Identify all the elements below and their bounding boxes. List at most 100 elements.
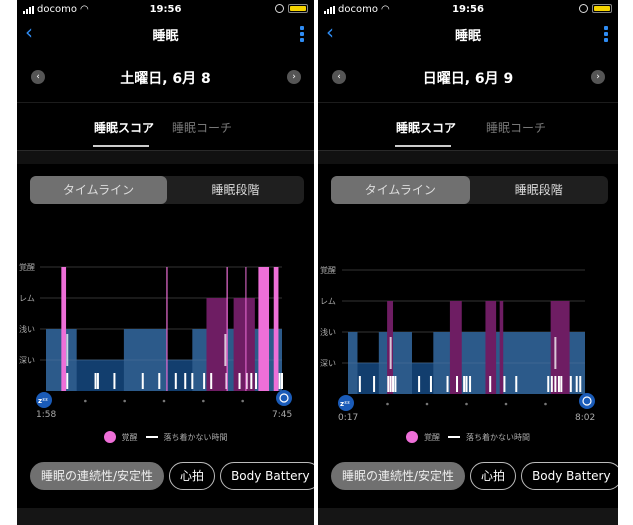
tab-sleep-coach[interactable]: 睡眠コーチ (486, 119, 546, 136)
awake-legend-swatch (406, 431, 418, 443)
bottom-band (17, 508, 314, 525)
restless-mark (389, 337, 392, 369)
divider (318, 102, 618, 103)
restless-mark (394, 376, 397, 392)
x-tick-dot (123, 399, 126, 403)
tab-bar: 睡眠スコア 睡眠コーチ (17, 119, 314, 149)
chip-body-battery[interactable]: Body Battery (521, 462, 618, 490)
nav-bar: ‹ 睡眠 (318, 20, 618, 48)
awake-block (273, 267, 279, 391)
date-label: 日曜日, 6月 9 (422, 71, 514, 87)
phone-screen-right: docomo ◠ 19:56 ‹ 睡眠 ‹ 日曜日, 6月 9 › 睡眠スコア … (318, 0, 618, 525)
restless-mark (203, 373, 206, 389)
start-time-label: 0:17 (338, 413, 358, 423)
restless-legend-swatch (448, 436, 460, 438)
segment-timeline[interactable]: タイムライン (30, 176, 167, 204)
date-navigator: ‹ 土曜日, 6月 8 › (17, 66, 314, 90)
restless-mark (96, 373, 99, 389)
tab-sleep-score[interactable]: 睡眠スコア (396, 119, 456, 136)
level-label: 浅い (19, 324, 35, 334)
chart-legend: 覚醒 落ち着かない時間 (318, 430, 618, 444)
restless-mark (465, 376, 468, 392)
restless-mark (569, 376, 572, 392)
restless-mark (554, 337, 557, 369)
section-band (17, 150, 314, 164)
chart-canvas: 覚醒レム浅い深い zᶻᶻ 1:58 7:45 (19, 262, 292, 420)
restless-mark (184, 373, 187, 389)
restless-mark (66, 334, 69, 366)
restless-mark (446, 376, 449, 392)
battery-icon (592, 4, 612, 13)
restless-mark (141, 373, 144, 389)
restless-mark (281, 373, 283, 389)
active-tab-underline (395, 145, 451, 147)
metric-chips: 睡眠の連続性/安定性 心拍 Body Battery (331, 462, 618, 490)
level-label: レム (19, 294, 35, 303)
phone-screen-left: docomo ◠ 19:56 ‹ 睡眠 ‹ 土曜日, 6月 8 › 睡眠スコア … (17, 0, 314, 525)
rotation-lock-icon (579, 4, 588, 13)
chip-heart-rate[interactable]: 心拍 (169, 462, 216, 490)
segment-timeline[interactable]: タイムライン (331, 176, 470, 204)
restless-mark (469, 376, 472, 392)
level-label: 覚醒 (19, 262, 35, 272)
page-title: 睡眠 (152, 29, 179, 44)
next-day-button[interactable]: › (591, 70, 605, 84)
restless-mark (238, 373, 241, 389)
x-tick-dot (465, 402, 468, 406)
chip-heart-rate[interactable]: 心拍 (470, 462, 517, 490)
x-tick-dot (504, 402, 508, 406)
x-tick-dot (425, 402, 429, 406)
sleep-timeline-chart: 覚醒 レム 浅い 深い zᶻᶻ 0:17 8:02 (318, 255, 618, 425)
restless-mark (456, 376, 459, 392)
x-tick-dot (84, 399, 87, 403)
view-segmented-control: タイムライン 睡眠段階 (30, 176, 304, 204)
x-tick-dot (162, 399, 166, 403)
wake-end-icon (579, 393, 595, 409)
restless-mark (392, 376, 395, 392)
end-time-label: 8:02 (575, 413, 595, 423)
restless-mark (550, 376, 553, 392)
restless-mark (278, 373, 281, 389)
level-label: 浅い (320, 327, 336, 337)
legend-awake: 覚醒 (121, 432, 138, 442)
restless-mark (66, 373, 69, 389)
date-label: 土曜日, 6月 8 (120, 71, 211, 87)
x-tick-dot (386, 402, 389, 406)
tab-sleep-score[interactable]: 睡眠スコア (94, 119, 154, 136)
zzz-icon: zᶻᶻ (340, 400, 350, 408)
awake-block (61, 267, 67, 391)
kebab-menu-icon[interactable] (604, 26, 608, 42)
chip-sleep-continuity[interactable]: 睡眠の連続性/安定性 (331, 462, 466, 490)
end-time-label: 7:45 (272, 410, 292, 420)
sleep-timeline-chart: 覚醒 レム 浅い 深い zᶻᶻ 1:58 7:45 (17, 255, 314, 425)
restless-mark (554, 376, 557, 392)
segment-sleep-stages[interactable]: 睡眠段階 (470, 176, 609, 204)
restless-mark (463, 376, 466, 392)
restless-mark (389, 376, 392, 392)
restless-mark (579, 376, 582, 392)
active-tab-underline (93, 145, 149, 147)
awake-block (166, 267, 168, 391)
restless-mark (503, 376, 506, 392)
wake-end-icon (276, 390, 292, 406)
nav-bar: ‹ 睡眠 (17, 20, 314, 48)
level-label: レム (320, 297, 336, 306)
kebab-menu-icon[interactable] (300, 26, 304, 42)
chip-body-battery[interactable]: Body Battery (220, 462, 314, 490)
restless-mark (373, 376, 376, 392)
restless-mark (429, 376, 432, 392)
metric-chips: 睡眠の連続性/安定性 心拍 Body Battery (30, 462, 314, 490)
chart-canvas: 覚醒レム浅い深い zᶻᶻ 0:17 8:02 (320, 265, 595, 423)
awake-block (226, 267, 228, 391)
bottom-band (318, 508, 618, 525)
x-tick-dot (241, 399, 244, 403)
segment-sleep-stages[interactable]: 睡眠段階 (167, 176, 304, 204)
tab-sleep-coach[interactable]: 睡眠コーチ (172, 119, 232, 136)
restless-mark (575, 376, 578, 392)
level-label: 深い (320, 359, 336, 368)
legend-awake: 覚醒 (424, 432, 440, 442)
chip-sleep-continuity[interactable]: 睡眠の連続性/安定性 (30, 462, 165, 490)
divider (17, 102, 314, 103)
next-day-button[interactable]: › (287, 70, 301, 84)
zzz-icon: zᶻᶻ (38, 397, 48, 405)
